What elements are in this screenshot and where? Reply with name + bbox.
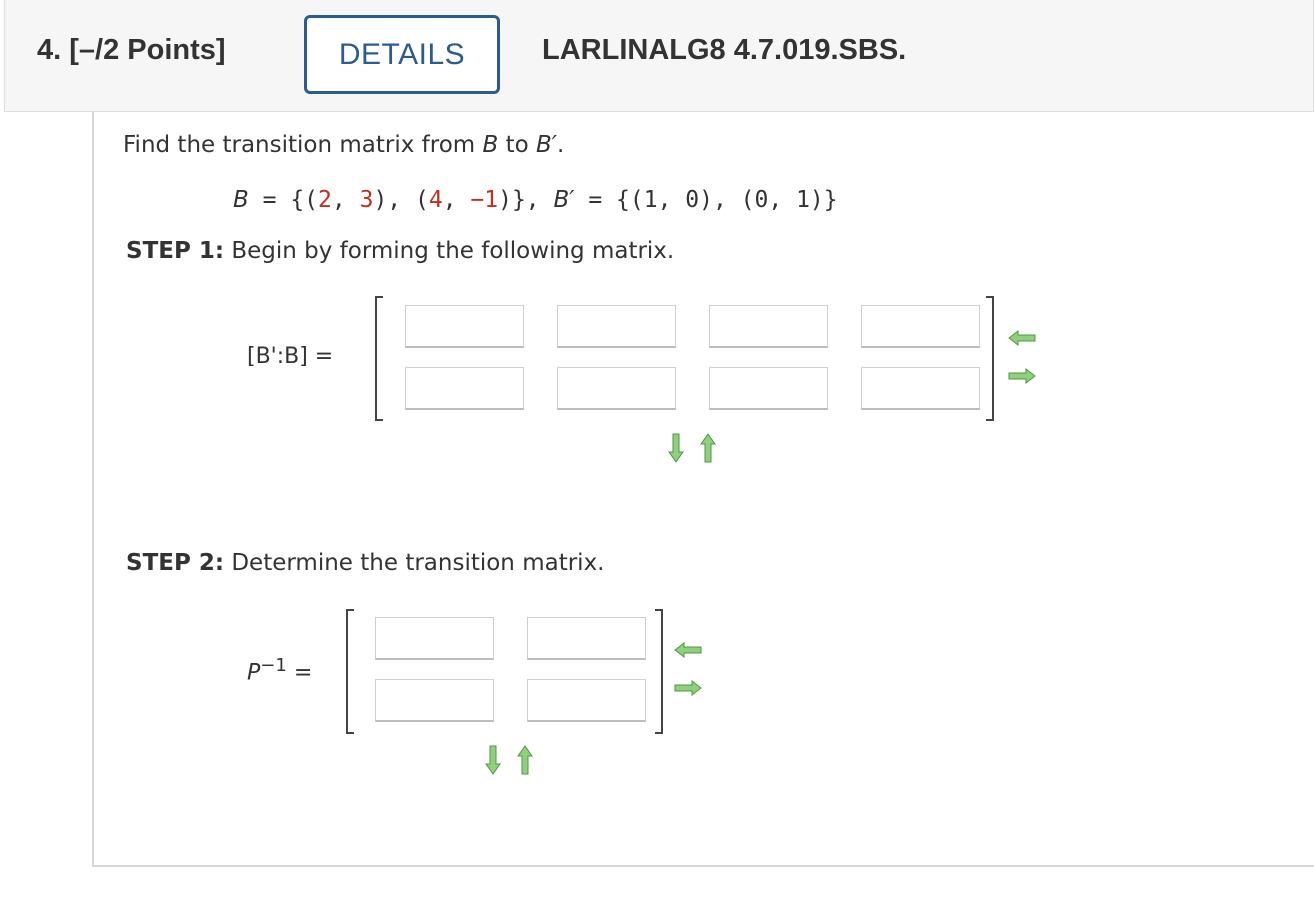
step1-right-bracket (986, 296, 994, 421)
arrow-right-icon[interactable] (674, 680, 702, 696)
arrow-right-icon[interactable] (1008, 368, 1036, 384)
step1-matrix-cell-r1c3[interactable] (709, 305, 828, 348)
details-button[interactable]: DETAILS (304, 15, 500, 94)
basis-b-label: B (233, 187, 249, 213)
bases-text: ), ( (373, 187, 429, 213)
step1-left-bracket (375, 296, 383, 421)
basis-value: −1 (470, 187, 499, 213)
bases-text: )}, (498, 187, 554, 213)
step2-matrix-label-base: P (247, 660, 261, 686)
step2-text: Determine the transition matrix. (224, 550, 605, 576)
question-number: 4. (37, 34, 62, 66)
points-label: [–/2 Points] (69, 34, 226, 66)
problem-prompt: Find the transition matrix from B to B′. (123, 132, 564, 158)
step1-matrix-cell-r2c2[interactable] (557, 367, 676, 410)
step1-matrix-cell-r2c1[interactable] (405, 367, 524, 410)
bases-text: = {( (248, 187, 319, 213)
step1-matrix-cell-r1c4[interactable] (861, 305, 980, 348)
bases-text: , (442, 187, 471, 213)
step1-matrix-cell-r1c1[interactable] (405, 305, 524, 348)
prompt-text: Find the transition matrix from (123, 132, 483, 158)
question-number-points: 4. [–/2 Points] (37, 34, 226, 67)
step2-label: STEP 2: (126, 550, 225, 576)
basis-value: 2 (318, 187, 332, 213)
step2-left-bracket (346, 609, 354, 734)
arrow-left-icon[interactable] (674, 642, 702, 658)
step1-instruction: STEP 1: Begin by forming the following m… (126, 238, 674, 264)
prompt-period: . (557, 132, 565, 158)
step2-matrix-label: P−1 = (247, 655, 312, 685)
basis-value: 3 (359, 187, 374, 213)
step2-matrix-label-equals: = (293, 660, 313, 686)
step1-matrix-cell-r2c3[interactable] (709, 367, 828, 410)
step2-matrix-cell-r2c2[interactable] (527, 679, 646, 722)
bases-definition: B = {(2, 3), (4, −1)}, B′ = {(1, 0), (0,… (233, 187, 838, 213)
step2-right-bracket (655, 609, 663, 734)
basis-bprime-label: B′ (553, 187, 575, 213)
basis-value: 4 (428, 187, 443, 213)
arrow-left-icon[interactable] (1008, 330, 1036, 346)
step2-matrix-cell-r2c1[interactable] (375, 679, 494, 722)
step2-instruction: STEP 2: Determine the transition matrix. (126, 550, 605, 576)
question-body (92, 112, 1314, 867)
prompt-text-mid: to (498, 132, 536, 158)
step2-matrix-label-exponent: −1 (260, 655, 287, 676)
arrow-up-icon[interactable] (700, 433, 716, 463)
step1-matrix-cell-r2c4[interactable] (861, 367, 980, 410)
arrow-up-icon[interactable] (517, 745, 533, 775)
step1-matrix-label: [B':B] = (247, 344, 333, 369)
step1-matrix-cell-r1c2[interactable] (557, 305, 676, 348)
prompt-basis-b: B (482, 132, 499, 158)
step1-label: STEP 1: (126, 238, 225, 264)
step1-text: Begin by forming the following matrix. (224, 238, 675, 264)
arrow-down-icon[interactable] (485, 745, 501, 775)
arrow-down-icon[interactable] (668, 433, 684, 463)
question-header: 4. [–/2 Points] DETAILS LARLINALG8 4.7.0… (4, 0, 1314, 112)
step2-matrix-cell-r1c1[interactable] (375, 617, 494, 660)
step1-matrix-label-text: [B':B] = (247, 344, 334, 369)
bases-text: = {(1, 0), (0, 1)} (574, 187, 838, 213)
prompt-basis-bprime: B′ (536, 132, 558, 158)
question-code: LARLINALG8 4.7.019.SBS. (542, 34, 907, 66)
step2-matrix-cell-r1c2[interactable] (527, 617, 646, 660)
bases-text: , (331, 187, 360, 213)
